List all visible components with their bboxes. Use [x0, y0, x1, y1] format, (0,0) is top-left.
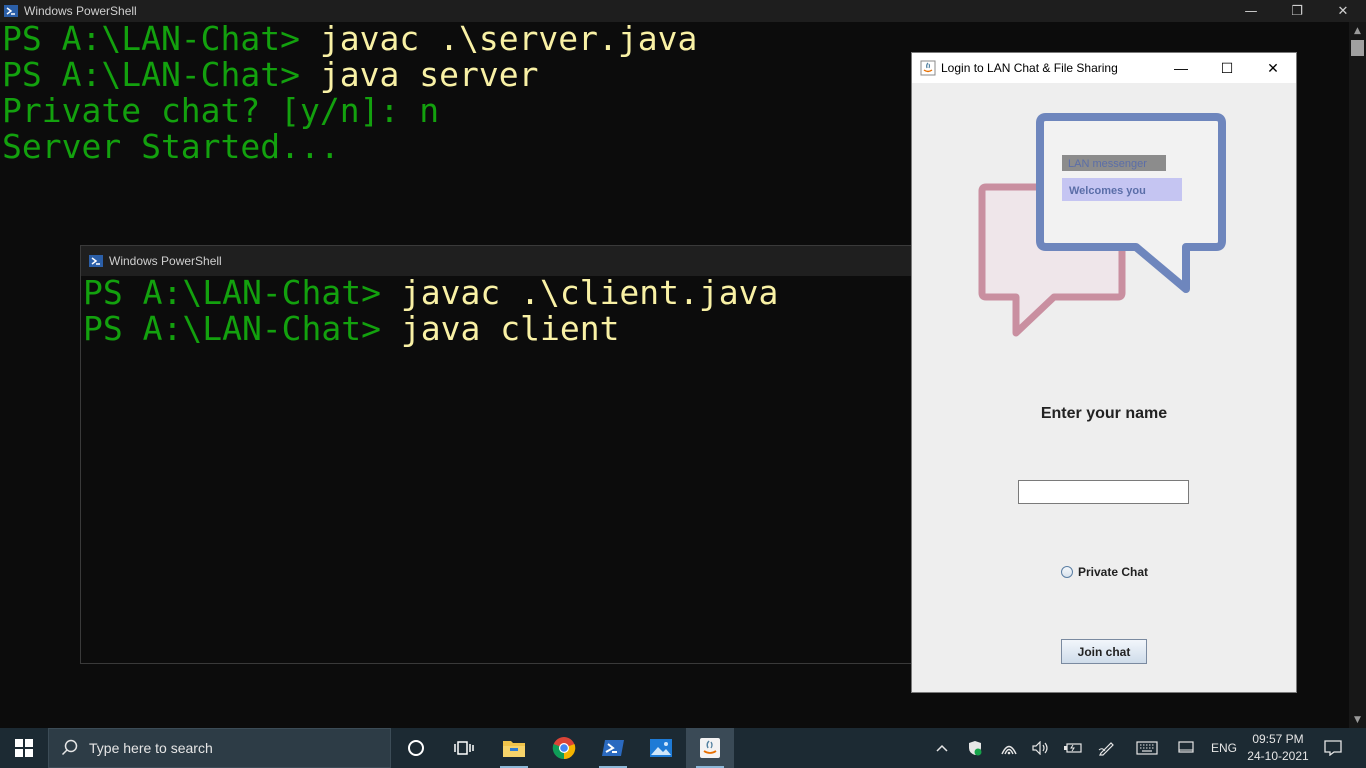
cortana-button[interactable] [392, 728, 440, 768]
console-output: Private chat? [y/n]: n [2, 91, 440, 130]
client-window-title: Windows PowerShell [109, 254, 222, 268]
login-dialog: Login to LAN Chat & File Sharing — ☐ ✕ L… [911, 52, 1297, 693]
java-icon [920, 60, 936, 76]
language-indicator[interactable]: ENG [1206, 728, 1242, 768]
name-input[interactable] [1018, 480, 1189, 504]
wifi-tray-button[interactable] [996, 728, 1022, 768]
chrome-button[interactable] [540, 728, 588, 768]
main-close-button[interactable]: ✕ [1320, 0, 1366, 22]
scroll-down-arrow-icon[interactable]: ▼ [1349, 711, 1366, 728]
file-explorer-button[interactable] [490, 728, 538, 768]
console-prompt: PS A:\LAN-Chat> [83, 309, 401, 348]
powershell-icon [4, 5, 18, 17]
cortana-icon [408, 740, 424, 756]
volume-icon [1032, 741, 1048, 755]
taskbar-clock[interactable]: 09:57 PM 24-10-2021 [1240, 731, 1316, 765]
pen-tray-button[interactable] [1094, 728, 1120, 768]
powershell-icon [89, 255, 103, 267]
console-output: Server Started... [2, 127, 340, 166]
console-prompt: PS A:\LAN-Chat> [83, 273, 401, 312]
battery-tray-button[interactable] [1060, 728, 1086, 768]
dialog-title: Login to LAN Chat & File Sharing [941, 61, 1118, 75]
display-icon [1178, 741, 1194, 753]
bubble-text-1: LAN messenger [1068, 158, 1147, 170]
shield-icon [969, 741, 982, 756]
console-command: java server [319, 55, 539, 94]
search-placeholder: Type here to search [89, 740, 213, 756]
client-titlebar[interactable]: Windows PowerShell [81, 246, 919, 276]
private-chat-radio[interactable] [1061, 566, 1073, 578]
scroll-up-arrow-icon[interactable]: ▲ [1349, 22, 1366, 39]
chat-bubbles-logo: LAN messenger Welcomes you [978, 113, 1226, 337]
clock-date: 24-10-2021 [1247, 749, 1309, 763]
taskbar: Type here to search ENG 09:57 PM 24-10-2… [0, 728, 1366, 768]
java-taskbar-button[interactable] [686, 728, 734, 768]
console-prompt: PS A:\LAN-Chat> [2, 19, 320, 58]
main-restore-button[interactable]: ❐ [1274, 0, 1320, 22]
windows-logo-icon [15, 739, 33, 757]
touch-keyboard-button[interactable] [1132, 728, 1162, 768]
show-hidden-icons-button[interactable] [930, 728, 954, 768]
display-tray-button[interactable] [1172, 728, 1200, 768]
private-chat-label[interactable]: Private Chat [1078, 565, 1148, 579]
main-window-title: Windows PowerShell [24, 4, 137, 18]
photos-icon [650, 739, 672, 757]
console-line: PS A:\LAN-Chat> javac .\server.java [2, 21, 697, 57]
console-command: javac .\server.java [319, 19, 698, 58]
console-command: javac .\client.java [400, 273, 779, 312]
scroll-thumb[interactable] [1351, 40, 1364, 56]
search-icon [61, 739, 78, 756]
pen-icon [1098, 742, 1114, 756]
console-line: PS A:\LAN-Chat> java client [83, 311, 619, 347]
notification-icon [1324, 740, 1342, 756]
task-view-button[interactable] [440, 728, 488, 768]
console-line: PS A:\LAN-Chat> javac .\client.java [83, 275, 778, 311]
clock-time: 09:57 PM [1252, 732, 1304, 746]
java-icon [700, 738, 720, 758]
chrome-icon [552, 737, 576, 760]
powershell-client-window: Windows PowerShell PS A:\LAN-Chat> javac… [80, 245, 920, 664]
console-command: java client [400, 309, 620, 348]
security-tray-button[interactable] [962, 728, 988, 768]
main-minimize-button[interactable]: — [1228, 0, 1274, 22]
private-chat-option[interactable]: Private Chat [1061, 565, 1148, 579]
start-button[interactable] [0, 728, 48, 768]
dialog-close-button[interactable]: ✕ [1250, 53, 1296, 83]
name-label: Enter your name [1040, 405, 1168, 422]
dialog-titlebar[interactable]: Login to LAN Chat & File Sharing — ☐ ✕ [912, 53, 1296, 83]
battery-icon [1064, 743, 1082, 753]
dialog-minimize-button[interactable]: — [1158, 53, 1204, 83]
console-prompt: PS A:\LAN-Chat> [2, 55, 320, 94]
dialog-maximize-button[interactable]: ☐ [1204, 53, 1250, 83]
wifi-icon [1001, 745, 1017, 755]
bubble-text-2: Welcomes you [1069, 185, 1146, 197]
console-line: PS A:\LAN-Chat> java server [2, 57, 538, 93]
action-center-button[interactable] [1320, 728, 1346, 768]
powershell-taskbar-button[interactable] [589, 728, 637, 768]
powershell-icon [602, 740, 624, 756]
chevron-up-icon [936, 744, 948, 752]
file-explorer-icon [503, 741, 525, 757]
taskbar-search-box[interactable]: Type here to search [48, 728, 391, 768]
keyboard-icon [1136, 741, 1158, 755]
task-view-icon [454, 741, 474, 755]
join-chat-button[interactable]: Join chat [1061, 639, 1147, 664]
vertical-scrollbar[interactable] [1349, 22, 1366, 728]
volume-tray-button[interactable] [1028, 728, 1054, 768]
photos-button[interactable] [637, 728, 685, 768]
